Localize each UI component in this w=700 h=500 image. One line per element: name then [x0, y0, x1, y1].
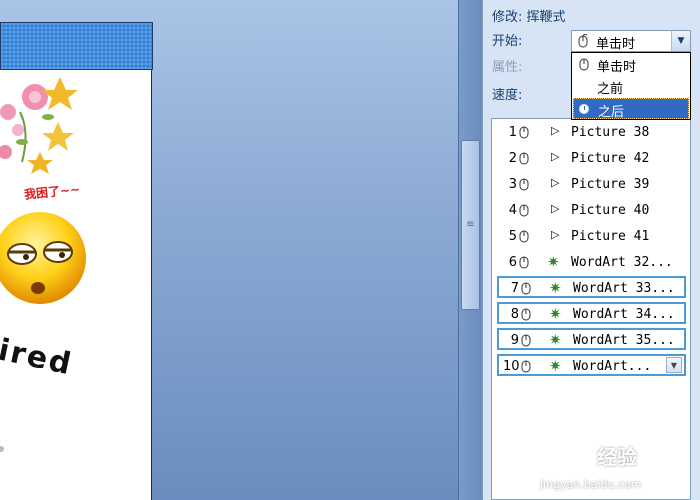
splitter-handle[interactable]: ≡	[461, 140, 480, 310]
item-number: 2	[508, 151, 517, 166]
start-combo[interactable]: 单击时 ▼	[571, 30, 691, 52]
speed-label: 速度:	[492, 88, 523, 103]
start-dropdown: 单击时 之前 之后	[571, 52, 691, 120]
list-item[interactable]: 6 ✷ WordArt 32...	[497, 252, 686, 274]
mouse-icon	[519, 204, 529, 217]
item-number: 4	[508, 203, 517, 218]
fly-in-star-icon: ✷	[547, 253, 560, 271]
option-label: 之后	[598, 105, 625, 120]
start-combo-value: 单击时	[596, 37, 636, 52]
chevron-down-icon[interactable]: ▼	[671, 31, 690, 51]
item-label: Picture 38	[571, 125, 650, 140]
item-number: 6	[508, 255, 517, 270]
mouse-icon	[579, 58, 589, 71]
fly-in-star-icon: ✷	[549, 357, 562, 375]
dropdown-option-on-click[interactable]: 单击时	[573, 54, 689, 75]
mouse-icon	[521, 334, 531, 347]
list-item[interactable]: 1 ▷ Picture 38	[497, 122, 686, 144]
item-label: WordArt 32...	[571, 255, 673, 270]
mouse-icon	[521, 282, 531, 295]
play-icon: ▷	[551, 150, 560, 163]
item-label: Picture 42	[571, 151, 650, 166]
item-number: 7	[510, 281, 519, 296]
start-label: 开始:	[492, 34, 523, 49]
option-label: 之前	[597, 82, 624, 97]
mouse-icon	[519, 152, 529, 165]
list-item[interactable]: 2 ▷ Picture 42	[497, 148, 686, 170]
list-item[interactable]: 9 ✷ WordArt 35...	[497, 328, 686, 350]
watermark-text: 经验	[597, 445, 637, 469]
list-item[interactable]: 8 ✷ WordArt 34...	[497, 302, 686, 324]
mouse-icon	[521, 360, 531, 373]
clock-icon	[579, 104, 589, 114]
slide-banner	[0, 22, 153, 70]
play-icon: ▷	[551, 228, 560, 241]
fly-in-star-icon: ✷	[549, 279, 562, 297]
sleepy-face-image	[0, 212, 86, 304]
item-label: WordArt 33...	[573, 281, 675, 296]
option-label: 单击时	[597, 60, 637, 75]
fly-in-star-icon: ✷	[549, 331, 562, 349]
fly-in-star-icon: ✷	[549, 305, 562, 323]
item-number: 3	[508, 177, 517, 192]
mouse-icon	[519, 256, 529, 269]
list-item[interactable]: 4 ▷ Picture 40	[497, 200, 686, 222]
chevron-down-icon[interactable]: ▼	[666, 357, 682, 373]
item-number: 9	[510, 333, 519, 348]
play-icon: ▷	[551, 176, 560, 189]
mouse-icon	[578, 34, 588, 48]
item-label: Picture 41	[571, 229, 650, 244]
item-number: 8	[510, 307, 519, 322]
watermark-url: jingyan.baidu.com	[540, 478, 642, 491]
list-item[interactable]: 5 ▷ Picture 41	[497, 226, 686, 248]
play-icon: ▷	[551, 124, 560, 137]
list-item[interactable]: 3 ▷ Picture 39	[497, 174, 686, 196]
item-number: 1	[508, 125, 517, 140]
modify-label: 修改: 挥鞭式	[492, 10, 566, 25]
mouse-icon	[519, 178, 529, 191]
list-item-selected[interactable]: 10 ✷ WordArt... ▼	[497, 354, 686, 376]
dropdown-option-after-previous[interactable]: 之后	[573, 98, 689, 120]
item-label: Picture 40	[571, 203, 650, 218]
dropdown-option-with-previous[interactable]: 之前	[573, 76, 689, 97]
item-label: WordArt 35...	[573, 333, 675, 348]
mouse-icon	[519, 126, 529, 139]
item-label: Picture 39	[571, 177, 650, 192]
item-number: 5	[508, 229, 517, 244]
item-number: 10	[503, 359, 520, 374]
list-item[interactable]: 7 ✷ WordArt 33...	[497, 276, 686, 298]
item-label: WordArt 34...	[573, 307, 675, 322]
mouse-icon	[519, 230, 529, 243]
item-label: WordArt...	[573, 359, 652, 374]
grip-icon: ≡	[466, 219, 475, 230]
flower-decoration	[0, 77, 78, 174]
mouse-icon	[521, 308, 531, 321]
play-icon: ▷	[551, 202, 560, 215]
property-label: 属性:	[492, 60, 523, 75]
